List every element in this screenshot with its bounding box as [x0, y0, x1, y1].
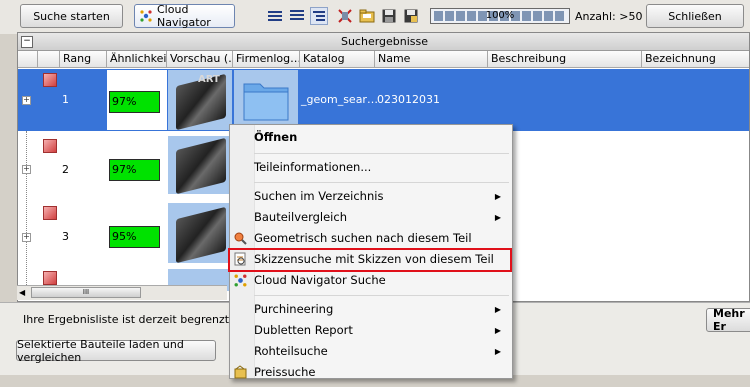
- cloud-navigator-tab[interactable]: Cloud Navigator: [134, 3, 235, 29]
- save-as-icon[interactable]: [402, 7, 420, 25]
- part-status-icon: [43, 271, 57, 285]
- col-header-rank[interactable]: Rang: [60, 51, 107, 68]
- context-menu-item-label: Dubletten Report: [254, 323, 353, 337]
- highlight-box: [228, 248, 512, 272]
- result-count: Anzahl: >50: [575, 10, 643, 23]
- submenu-arrow-icon: ▶: [494, 326, 501, 335]
- scroll-left-icon[interactable]: ◀: [19, 288, 25, 297]
- context-menu-item[interactable]: Purchineering ▶: [229, 299, 511, 320]
- load-compare-button[interactable]: Selektierte Bauteile laden und vergleich…: [16, 338, 216, 364]
- context-menu-item[interactable]: Suchen im Verzeichnis ▶: [229, 186, 511, 207]
- close-button[interactable]: Schließen: [646, 4, 744, 28]
- part-status-icon: [43, 73, 57, 87]
- submenu-arrow-icon: ▶: [494, 347, 501, 356]
- open-folder-icon[interactable]: [358, 7, 376, 25]
- col-header-company-logo[interactable]: Firmenlog…: [233, 51, 300, 68]
- context-menu-item-label: Öffnen: [254, 130, 298, 144]
- row-1-logo-cell: [234, 70, 298, 130]
- menu-separator: [254, 182, 509, 183]
- col-header-designation[interactable]: Bezeichnung: [642, 51, 749, 68]
- panel-title-label: Suchergebnisse: [340, 35, 429, 48]
- detail-view-icon[interactable]: [310, 7, 328, 25]
- context-menu-item-label: Bauteilvergleich: [254, 210, 347, 224]
- list-view-small-icon[interactable]: [266, 7, 284, 25]
- submenu-arrow-icon: ▶: [494, 192, 501, 201]
- context-menu-item-label: Geometrisch suchen nach diesem Teil: [254, 231, 472, 245]
- left-gutter: [0, 34, 17, 302]
- row-1-catalog: _geom_sear…: [301, 93, 378, 106]
- row-1-name: 023012031: [377, 93, 440, 106]
- part-status-icon: [43, 139, 57, 153]
- menu-separator: [254, 153, 509, 154]
- expand-row-1-icon[interactable]: +: [22, 96, 31, 105]
- context-menu-item[interactable]: Rohteilsuche ▶: [229, 341, 511, 362]
- col-header-catalog[interactable]: Katalog: [300, 51, 375, 68]
- row-2-rank: 2: [62, 163, 69, 176]
- cloud-navigator-icon: [233, 273, 248, 288]
- context-menu-item-label: Cloud Navigator Suche: [254, 273, 386, 287]
- row-1-similarity-bar: 97%: [109, 91, 160, 113]
- panel-title: Suchergebnisse: [18, 33, 749, 51]
- price-search-icon: [233, 365, 248, 380]
- context-menu-item[interactable]: Geometrisch suchen nach diesem Teil: [229, 228, 511, 249]
- row-1-preview-thumbnail: ART: [168, 70, 232, 130]
- submenu-arrow-icon: ▶: [494, 213, 501, 222]
- submenu-arrow-icon: ▶: [494, 305, 501, 314]
- row-2-preview-thumbnail: [168, 136, 232, 194]
- col-header-tree: [18, 51, 38, 68]
- context-menu-item[interactable]: Dubletten Report ▶: [229, 320, 511, 341]
- progress-percent: 100%: [485, 10, 515, 21]
- context-menu-item-label: Rohteilsuche: [254, 344, 328, 358]
- toolbar: Suche starten Cloud Navigator 100% Anzah…: [0, 0, 750, 35]
- context-menu-item[interactable]: Teileinformationen...: [229, 157, 511, 178]
- progress-bar: 100%: [430, 8, 570, 24]
- search-start-button[interactable]: Suche starten: [20, 4, 123, 28]
- horizontal-scrollbar[interactable]: ◀ III: [17, 285, 227, 300]
- limited-results-message: Ihre Ergebnisliste ist derzeit begrenzt.: [23, 313, 233, 326]
- thumbnail-watermark: ART: [198, 74, 220, 85]
- list-view-icon[interactable]: [288, 7, 306, 25]
- col-header-similarity[interactable]: Ähnlichkeit: [107, 51, 167, 68]
- part-status-icon: [43, 206, 57, 220]
- context-menu-item-label: Suchen im Verzeichnis: [254, 189, 384, 203]
- row-3-similarity-bar: 95%: [109, 226, 160, 248]
- scroll-thumb[interactable]: III: [31, 287, 141, 298]
- expand-row-3-icon[interactable]: +: [22, 233, 31, 242]
- context-menu-item-label: Teileinformationen...: [254, 160, 372, 174]
- geometric-search-icon: [233, 231, 248, 246]
- collapse-toggle[interactable]: −: [21, 36, 33, 48]
- context-menu-item[interactable]: Cloud Navigator Suche: [229, 270, 511, 291]
- context-menu-item-label: Purchineering: [254, 302, 334, 316]
- folder-icon: [243, 83, 289, 121]
- row-3-preview-thumbnail: [168, 203, 232, 263]
- col-header-name[interactable]: Name: [375, 51, 488, 68]
- row-1-rank: 1: [62, 93, 69, 106]
- context-menu-item[interactable]: Preissuche: [229, 362, 511, 383]
- context-menu-item-label: Preissuche: [254, 365, 316, 379]
- col-header-icon: [38, 51, 60, 68]
- context-menu-item[interactable]: Bauteilvergleich ▶: [229, 207, 511, 228]
- filter-clear-icon[interactable]: [336, 7, 354, 25]
- more-results-button[interactable]: Mehr Er: [706, 307, 750, 333]
- col-header-description[interactable]: Beschreibung: [488, 51, 642, 68]
- row-3-rank: 3: [62, 230, 69, 243]
- col-header-preview[interactable]: Vorschau (…: [167, 51, 233, 68]
- row-2-similarity-bar: 97%: [109, 159, 160, 181]
- expand-row-2-icon[interactable]: +: [22, 165, 31, 174]
- context-menu-item[interactable]: Öffnen: [229, 127, 511, 148]
- cloud-navigator-icon: [139, 9, 153, 23]
- save-icon[interactable]: [380, 7, 398, 25]
- menu-separator: [254, 295, 509, 296]
- cloud-navigator-tab-label: Cloud Navigator: [157, 3, 211, 29]
